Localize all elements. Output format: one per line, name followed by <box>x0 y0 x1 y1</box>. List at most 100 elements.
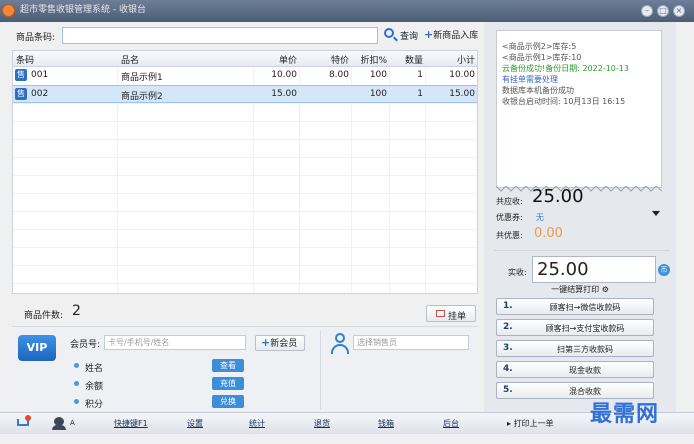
bullet-icon <box>74 363 79 368</box>
third-party-pay-button[interactable]: 3. 扫第三方收款码 <box>496 340 654 357</box>
redeem-button[interactable]: 兑换 <box>212 395 244 408</box>
member-name-label: 姓名 <box>85 364 104 374</box>
search-button-label: 查询 <box>400 32 419 42</box>
log-line: <商品示例1>库存:10 <box>502 53 582 62</box>
vip-badge-icon: VIP <box>18 335 56 361</box>
amount-paid-row: 实收: 25.00 币 <box>494 250 670 286</box>
maximize-button[interactable]: □ <box>657 5 669 17</box>
member-info-points: 积分 兑换 <box>72 395 252 410</box>
pay-option-label: 现金收款 <box>569 366 601 375</box>
pay-option-label: 扫第三方收款码 <box>557 345 613 354</box>
log-line: <商品示例2>库存:5 <box>502 42 577 51</box>
gear-icon[interactable]: ⚙ <box>602 285 609 294</box>
return-link[interactable]: 退货 <box>314 418 330 429</box>
cell-name: 商品示例2 <box>121 92 163 102</box>
backend-link[interactable]: 后台 <box>443 418 459 429</box>
table-row-selected[interactable]: 售 002 商品示例2 15.00 100 1 15.00 <box>13 85 477 103</box>
column-header-special[interactable]: 特价 <box>299 53 349 66</box>
watermark-logo: 最需网 <box>590 401 660 427</box>
member-search-input[interactable]: 卡号/手机号/姓名 <box>104 335 246 350</box>
member-points-label: 积分 <box>85 400 104 410</box>
cell-qty: 1 <box>417 89 423 99</box>
product-table: 条码 品名 单价 特价 折扣% 数量 小计 售 001 商品示例1 10.00 … <box>12 50 478 294</box>
add-product-button[interactable]: +新商品入库 <box>424 28 478 43</box>
log-line-hold-notice[interactable]: 有挂单需要处理 <box>502 74 558 85</box>
coupon-label: 优惠券: <box>496 213 523 222</box>
column-header-price[interactable]: 单价 <box>253 53 297 66</box>
hold-order-icon <box>436 310 445 317</box>
coupon-value[interactable]: 无 <box>536 212 544 223</box>
table-header: 条码 品名 单价 特价 折扣% 数量 小计 <box>13 51 477 67</box>
column-header-barcode[interactable]: 条码 <box>16 53 34 66</box>
pay-option-label: 顾客扫→微信收款码 <box>549 303 621 312</box>
bullet-icon <box>74 399 79 404</box>
wechat-pay-button[interactable]: 1. 顾客扫→微信收款码 <box>496 298 654 315</box>
close-button[interactable]: × <box>673 5 685 17</box>
cell-price: 15.00 <box>271 89 297 99</box>
minimize-button[interactable]: – <box>641 5 653 17</box>
hold-order-button[interactable]: 挂单 <box>426 305 476 322</box>
log-line: 收银台启动时间: 10月13日 16:15 <box>502 97 626 106</box>
alipay-button[interactable]: 2. 顾客扫→支付宝收款码 <box>496 319 654 336</box>
app-logo-icon <box>2 4 15 17</box>
print-last-order-button[interactable]: ▸ 打印上一单 <box>507 418 554 429</box>
recharge-button[interactable]: 充值 <box>212 377 244 390</box>
cell-discount: 100 <box>369 89 387 99</box>
print-last-order-label: 打印上一单 <box>513 419 554 428</box>
pay-option-number: 5. <box>503 385 513 395</box>
search-icon <box>384 28 394 38</box>
amount-due-label: 共应收: <box>496 197 523 206</box>
view-member-button[interactable]: 查看 <box>212 359 244 372</box>
coupon-dropdown-icon[interactable] <box>652 211 660 216</box>
checkout-panel: <商品示例2>库存:5 <商品示例1>库存:10 云备份成功!备份日期: 202… <box>484 22 676 412</box>
cash-pay-button[interactable]: 4. 现金收款 <box>496 361 654 378</box>
amount-paid-label: 实收: <box>508 268 527 277</box>
barcode-input[interactable] <box>62 27 378 44</box>
shopping-cart-icon[interactable] <box>16 415 31 429</box>
one-click-print[interactable]: 一键结算打印 ⚙ <box>496 284 664 296</box>
cash-drawer-link[interactable]: 钱箱 <box>378 418 394 429</box>
amount-paid-input[interactable]: 25.00 <box>532 256 656 283</box>
salesperson-icon <box>330 333 350 357</box>
item-count-value: 2 <box>72 303 81 319</box>
member-panel: VIP 会员号: 卡号/手机号/姓名 +新会员 姓名 查看 余额 充值 积分 兑… <box>12 326 478 412</box>
cell-barcode: 001 <box>31 70 49 80</box>
coin-icon[interactable]: 币 <box>658 264 670 276</box>
pay-option-label: 顾客扫→支付宝收款码 <box>545 324 625 333</box>
barcode-search-row: 商品条码: 查询 +新商品入库 <box>12 26 478 46</box>
log-line-backup: 云备份成功!备份日期: 2022-10-13 <box>502 64 629 73</box>
sale-tag-icon: 售 <box>15 88 27 100</box>
member-divider <box>320 331 321 409</box>
barcode-label: 商品条码: <box>16 33 56 43</box>
column-header-discount[interactable]: 折扣% <box>351 53 387 66</box>
table-row[interactable]: 售 001 商品示例1 10.00 8.00 100 1 10.00 <box>13 67 477 85</box>
user-icon[interactable] <box>52 417 66 430</box>
statistics-link[interactable]: 统计 <box>249 418 265 429</box>
pay-option-number: 2. <box>503 322 513 332</box>
plus-icon: + <box>261 336 271 349</box>
add-product-label: 新商品入库 <box>433 31 479 41</box>
cell-special: 8.00 <box>328 70 349 80</box>
new-member-button[interactable]: +新会员 <box>255 335 305 351</box>
salesperson-select[interactable]: 选择销售员 <box>353 335 469 350</box>
cell-subtotal: 10.00 <box>449 70 475 80</box>
column-header-subtotal[interactable]: 小计 <box>425 53 475 66</box>
cell-barcode: 002 <box>31 89 49 99</box>
sale-tag-icon: 售 <box>15 69 27 81</box>
cell-discount: 100 <box>369 70 387 80</box>
user-name: A <box>70 419 75 427</box>
search-button[interactable]: 查询 <box>384 28 424 43</box>
pay-option-number: 1. <box>503 301 513 311</box>
settings-link[interactable]: 设置 <box>187 418 203 429</box>
one-click-print-label: 一键结算打印 <box>551 285 600 294</box>
column-header-name[interactable]: 品名 <box>121 53 139 66</box>
title-bar: 超市零售收银管理系统 - 收银台 – □ × <box>0 0 694 22</box>
amount-due-value: 25.00 <box>532 186 584 207</box>
message-log: <商品示例2>库存:5 <商品示例1>库存:10 云备份成功!备份日期: 202… <box>496 30 662 188</box>
shortcut-keys-link[interactable]: 快捷键F1 <box>114 418 148 429</box>
member-info-balance: 余额 充值 <box>72 377 252 392</box>
member-info-name: 姓名 查看 <box>72 359 252 374</box>
column-header-qty[interactable]: 数量 <box>389 53 423 66</box>
hold-order-label: 挂单 <box>448 312 467 322</box>
plus-icon: + <box>424 28 434 41</box>
